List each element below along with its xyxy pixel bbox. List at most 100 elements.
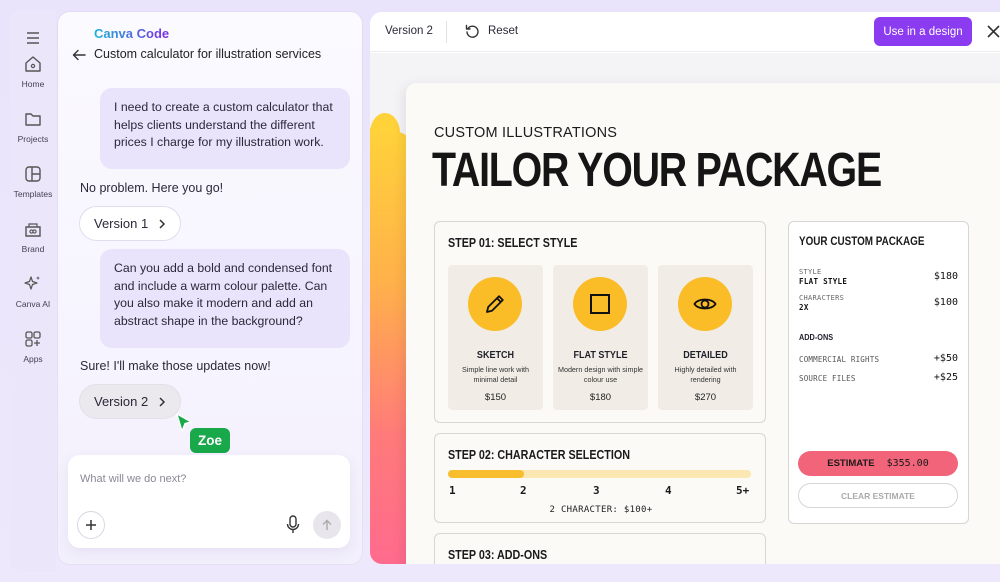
version-label: Version 1 — [94, 216, 149, 231]
character-slider[interactable] — [448, 470, 751, 478]
style-option-detailed[interactable]: DETAILED Highly detailed with rendering … — [658, 265, 753, 410]
package-summary: YOUR CUSTOM PACKAGE STYLE FLAT STYLE $18… — [788, 221, 969, 524]
plus-icon — [86, 520, 96, 530]
icon-circle — [678, 277, 732, 331]
addon-label: SOURCE FILES — [799, 374, 856, 383]
sidebar-item-apps[interactable]: Apps — [10, 329, 56, 364]
slider-tick: 2 — [520, 484, 527, 497]
brand-title: Canva Code — [94, 26, 170, 41]
style-option-sketch[interactable]: SKETCH Simple line work with minimal det… — [448, 265, 543, 410]
slider-tick: 4 — [665, 484, 672, 497]
home-icon — [25, 56, 41, 72]
summary-title: YOUR CUSTOM PACKAGE — [799, 236, 925, 248]
apps-icon — [25, 331, 41, 347]
headline: TAILOR YOUR PACKAGE — [432, 144, 882, 197]
user-message: I need to create a custom calculator tha… — [100, 88, 350, 169]
character-summary: 2 CHARACTER: $100+ — [549, 505, 653, 515]
sidebar-item-label: Templates — [13, 189, 53, 199]
summary-value: FLAT STYLE — [799, 277, 848, 286]
addons-heading: ADD-ONS — [799, 332, 834, 342]
summary-value: 2X — [799, 303, 809, 312]
option-name: SKETCH — [476, 349, 515, 361]
summary-label: CHARACTERS — [799, 294, 845, 302]
sidebar-item-label: Home — [21, 79, 45, 89]
version-label: Version 2 — [94, 394, 149, 409]
version-indicator[interactable]: Version 2 — [385, 25, 433, 37]
step-title: STEP 01: SELECT STYLE — [448, 236, 578, 250]
clear-estimate-button[interactable]: CLEAR ESTIMATE — [798, 483, 958, 508]
step-title: STEP 03: ADD-ONS — [448, 548, 548, 562]
style-option-flat[interactable]: FLAT STYLE Modern design with simple col… — [553, 265, 648, 410]
version-1-button[interactable]: Version 1 — [79, 206, 182, 241]
summary-price: $180 — [933, 271, 958, 282]
brand-icon — [25, 223, 41, 237]
chevron-right-icon — [159, 396, 166, 407]
collaborator-cursor-icon — [176, 413, 192, 432]
chat-title: Custom calculator for illustration servi… — [94, 47, 322, 61]
slider-tick: 5+ — [736, 484, 750, 497]
kicker-text: CUSTOM ILLUSTRATIONS — [434, 125, 618, 141]
add-button[interactable] — [77, 511, 105, 539]
option-price: $150 — [484, 392, 507, 403]
sidebar-item-label: Projects — [17, 134, 49, 144]
collaborator-name-tag: Zoe — [190, 428, 231, 453]
assistant-message: Sure! I'll make those updates now! — [80, 359, 271, 373]
addon-price: +$50 — [933, 353, 958, 364]
step-character-selection: STEP 02: CHARACTER SELECTION 1 2 3 4 5+ … — [434, 433, 766, 523]
step-title: STEP 02: CHARACTER SELECTION — [448, 448, 630, 462]
slider-fill — [448, 470, 524, 478]
addon-label: COMMERCIAL RIGHTS — [799, 355, 880, 364]
back-arrow-icon[interactable] — [72, 48, 86, 62]
option-description: Simple line work with minimal detail — [461, 365, 530, 384]
option-price: $270 — [694, 392, 717, 403]
preview-toolbar: Version 2 Reset Use in a design — [370, 12, 1000, 52]
version-2-button[interactable]: Version 2 — [79, 384, 182, 419]
sidebar-item-canva-ai[interactable]: Canva AI — [10, 274, 56, 309]
templates-icon — [25, 166, 41, 182]
left-rail: Home Projects Templates Brand Canva AI A… — [10, 10, 56, 572]
use-in-design-button[interactable]: Use in a design — [874, 17, 972, 46]
prompt-placeholder: What will we do next? — [80, 473, 187, 485]
calculator-card: CUSTOM ILLUSTRATIONS TAILOR YOUR PACKAGE… — [406, 83, 1000, 564]
estimate-button[interactable]: ESTIMATE $355.00 — [798, 451, 958, 476]
option-description: Modern design with simple colour use — [557, 365, 644, 384]
option-name: FLAT STYLE — [573, 349, 628, 361]
icon-circle — [468, 277, 522, 331]
estimate-value: $355.00 — [886, 458, 929, 469]
sidebar-item-label: Apps — [23, 354, 43, 364]
option-price: $180 — [589, 392, 612, 403]
close-icon[interactable] — [987, 25, 1000, 38]
send-button[interactable] — [313, 511, 341, 539]
step-select-style: STEP 01: SELECT STYLE SKETCH Simple line… — [434, 221, 766, 423]
sidebar-item-label: Canva AI — [15, 299, 51, 309]
square-icon — [590, 294, 610, 314]
prompt-input[interactable]: What will we do next? — [68, 455, 350, 548]
chevron-right-icon — [159, 218, 166, 229]
reset-icon[interactable] — [465, 24, 480, 39]
option-name: DETAILED — [683, 349, 728, 361]
estimate-label: ESTIMATE — [827, 458, 875, 469]
assistant-message: No problem. Here you go! — [80, 181, 224, 195]
divider — [446, 21, 447, 43]
user-message: Can you add a bold and condensed font an… — [100, 249, 350, 348]
microphone-icon[interactable] — [286, 515, 300, 535]
menu-icon[interactable] — [26, 32, 40, 44]
sidebar-item-label: Brand — [21, 244, 45, 254]
preview-panel: Version 2 Reset Use in a design CUSTOM I… — [370, 12, 1000, 564]
arrow-up-icon — [322, 519, 332, 530]
sidebar-item-projects[interactable]: Projects — [10, 109, 56, 144]
sidebar-item-templates[interactable]: Templates — [10, 164, 56, 199]
pencil-icon — [486, 295, 504, 313]
addon-price: +$25 — [933, 372, 958, 383]
folder-icon — [25, 113, 41, 126]
preview-stage: CUSTOM ILLUSTRATIONS TAILOR YOUR PACKAGE… — [370, 53, 1000, 564]
step-add-ons: STEP 03: ADD-ONS — [434, 533, 766, 564]
sparkle-icon — [24, 276, 40, 290]
eye-icon — [693, 298, 717, 310]
option-description: Highly detailed with rendering — [674, 365, 737, 384]
sidebar-item-home[interactable]: Home — [10, 54, 56, 89]
summary-label: STYLE — [799, 268, 822, 276]
sidebar-item-brand[interactable]: Brand — [10, 219, 56, 254]
summary-price: $100 — [933, 297, 958, 308]
reset-button[interactable]: Reset — [488, 25, 518, 37]
